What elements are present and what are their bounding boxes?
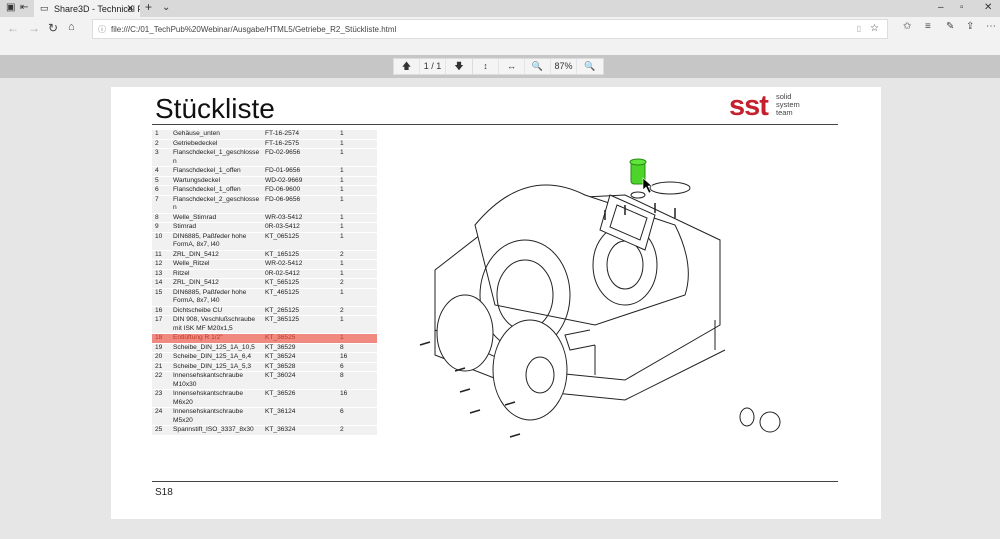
cell-name: Scheibe_DIN_125_1A_6,4 [170, 353, 262, 362]
cell-name: DIN 908, Veschlußschraube mit ISK MF M20… [170, 316, 262, 333]
refresh-icon[interactable]: ↻ [48, 21, 58, 35]
cell-name: Stirnrad [170, 223, 262, 232]
chevron-down-icon[interactable]: ⌄ [162, 2, 170, 13]
minimize-icon[interactable]: – [938, 2, 944, 13]
cell-name: Welle_Ritzel [170, 260, 262, 269]
cell-name: Spannstift_ISO_3337_8x30 [170, 426, 262, 435]
address-bar[interactable]: ⓘ file:///C:/01_TechPub%20Webinar/Ausgab… [92, 19, 888, 39]
cell-no: 21 [152, 362, 170, 371]
share-icon[interactable]: ⇪ [966, 21, 974, 32]
cell-no: 22 [152, 372, 170, 389]
cell-name: Innensehskantschraube M10x30 [170, 372, 262, 389]
hub-icon[interactable]: ≡ [925, 21, 931, 32]
mouse-cursor-icon [642, 177, 653, 194]
footer-divider [152, 481, 838, 482]
favorite-star-icon[interactable]: ☆ [870, 23, 879, 34]
close-tab-icon[interactable]: ✕ [126, 3, 134, 14]
cell-no: 10 [152, 232, 170, 250]
maximize-icon[interactable]: ▫ [960, 2, 964, 13]
cell-no: 16 [152, 306, 170, 315]
cell-no: 2 [152, 139, 170, 148]
cell-no: 14 [152, 279, 170, 288]
cell-name: Wartungsdeckel [170, 176, 262, 185]
page-title: Stückliste [155, 93, 275, 124]
back-icon[interactable]: ← [7, 21, 19, 35]
page-number: S18 [155, 487, 173, 498]
cell-name: DIN6885, Paßfeder hohe FormA, 8x7, l40 [170, 232, 262, 250]
info-icon: ⓘ [98, 25, 106, 34]
tab-bar: ▣ ⇤ ▭ Share3D - Technical Pul ✕ + ⌄ – ▫ … [0, 0, 1000, 17]
cell-name: DIN6885, Paßfeder hohe FormA, 8x7, l40 [170, 288, 262, 306]
cell-name: Ritzel [170, 269, 262, 278]
set-aside-tabs-icon[interactable]: ⇤ [20, 2, 28, 13]
close-window-icon[interactable]: ✕ [984, 2, 992, 13]
cell-no: 12 [152, 260, 170, 269]
favorites-icon[interactable]: ✩ [903, 21, 911, 32]
gearbox-housing[interactable] [434, 181, 726, 401]
cell-no: 23 [152, 390, 170, 407]
cell-no: 7 [152, 195, 170, 213]
cell-no: 19 [152, 343, 170, 352]
cell-no: 11 [152, 250, 170, 259]
cell-no: 18 [152, 334, 170, 343]
browser-tab[interactable]: ▭ Share3D - Technical Pul ✕ [34, 0, 140, 17]
cell-no: 24 [152, 408, 170, 425]
cell-no: 1 [152, 130, 170, 139]
cell-no: 25 [152, 426, 170, 435]
page-icon: ▭ [40, 3, 49, 13]
cell-name: Flanschdeckel_1_offen [170, 167, 262, 176]
forward-icon[interactable]: → [28, 21, 40, 35]
cell-name: Flanschdeckel_2_geschlosse n [170, 195, 262, 213]
cell-no: 5 [152, 176, 170, 185]
cell-name: Welle_Stirnrad [170, 213, 262, 222]
cell-no: 3 [152, 149, 170, 166]
cell-name: Gehäuse_unten [170, 130, 262, 139]
tab-manager-icon[interactable]: ▣ [6, 2, 15, 13]
cell-name: Scheibe_DIN_125_1A_5,3 [170, 362, 262, 371]
cell-name: ZRL_DIN_5412 [170, 250, 262, 259]
cell-name: ZRL_DIN_5412 [170, 279, 262, 288]
navigation-bar: ← → ↻ ⌂ ⓘ file:///C:/01_TechPub%20Webina… [0, 17, 1000, 55]
cell-no: 13 [152, 269, 170, 278]
cell-no: 4 [152, 167, 170, 176]
new-tab-icon[interactable]: + [145, 0, 152, 14]
cell-no: 6 [152, 186, 170, 195]
cell-no: 15 [152, 288, 170, 306]
home-icon[interactable]: ⌂ [68, 21, 75, 33]
cell-name: Flanschdeckel_1_offen [170, 186, 262, 195]
cell-name: Dichtscheibe CU [170, 306, 262, 315]
cell-no: 17 [152, 316, 170, 333]
notes-icon[interactable]: ✎ [946, 21, 954, 32]
cell-name: Getriebedeckel [170, 139, 262, 148]
url-text: file:///C:/01_TechPub%20Webinar/Ausgabe/… [111, 25, 397, 34]
cell-name: Entlüftung R 1/2" [170, 334, 262, 343]
gearbox-3d-view[interactable] [295, 65, 795, 465]
cell-no: 20 [152, 353, 170, 362]
cell-name: Innensehskantschraube M6x20 [170, 390, 262, 407]
cell-name: Innensehskantschraube M5x20 [170, 408, 262, 425]
cell-name: Scheibe_DIN_125_1A_10,5 [170, 343, 262, 352]
cell-no: 8 [152, 213, 170, 222]
reading-view-icon[interactable]: ▯ [857, 24, 861, 33]
cell-name: Flanschdeckel_1_geschlosse n [170, 149, 262, 166]
more-icon[interactable]: ⋯ [986, 21, 996, 32]
cell-no: 9 [152, 223, 170, 232]
